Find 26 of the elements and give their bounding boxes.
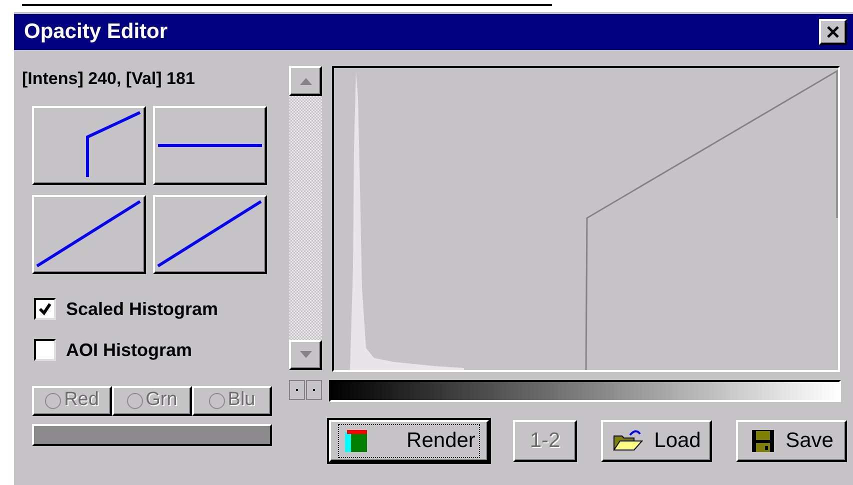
cube-icon: [342, 428, 369, 454]
checkbox-label: AOI Histogram: [66, 338, 192, 362]
curve-icon: [36, 200, 142, 268]
preset-button[interactable]: [32, 106, 146, 184]
preset-button[interactable]: [153, 194, 267, 274]
preset-button[interactable]: [32, 194, 146, 274]
save-button[interactable]: Save: [736, 420, 847, 462]
scroll-up-button[interactable]: [289, 66, 322, 96]
curve-icon: [158, 144, 262, 146]
scroll-down-button[interactable]: [289, 340, 322, 370]
checkmark-icon: [38, 302, 52, 316]
preset-button[interactable]: [153, 106, 267, 184]
curve-icon: [157, 200, 263, 268]
load-button[interactable]: Load: [601, 420, 712, 462]
checkbox-label: Scaled Histogram: [66, 298, 218, 321]
curve-icon: [86, 111, 142, 179]
window-title: Opacity Editor: [24, 19, 168, 46]
up-arrow-icon: [300, 77, 312, 85]
scrollbar[interactable]: [289, 66, 322, 370]
render-button[interactable]: Render: [329, 420, 489, 462]
checkbox[interactable]: [34, 298, 56, 320]
close-button[interactable]: [819, 19, 847, 45]
readout-text: [Intens] 240, [Val] 181: [22, 68, 196, 90]
close-icon: [826, 25, 840, 39]
checkbox[interactable]: [34, 339, 56, 361]
down-arrow-icon: [300, 351, 312, 359]
